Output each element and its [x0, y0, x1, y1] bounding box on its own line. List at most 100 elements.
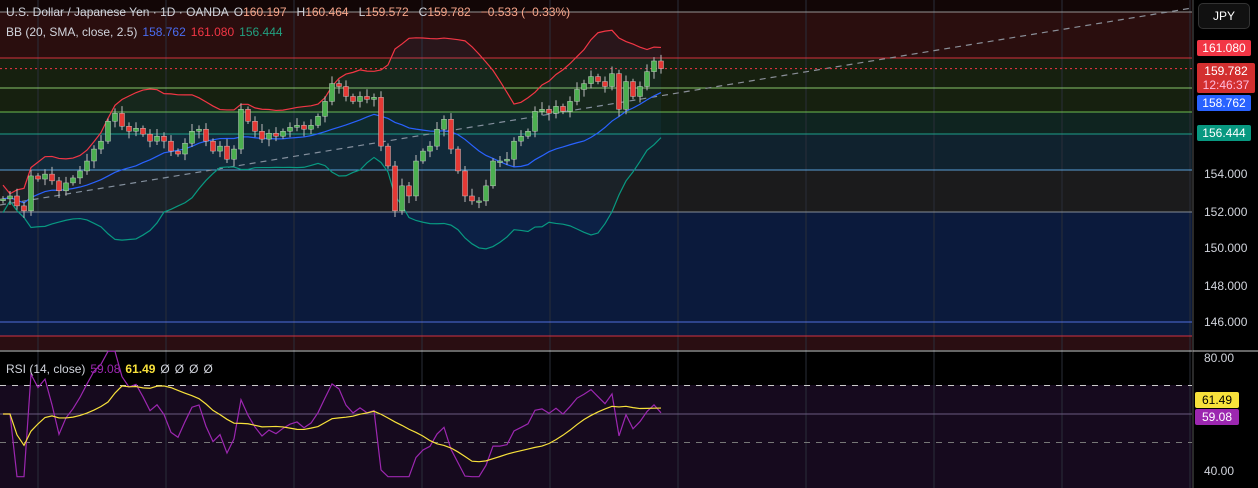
symbol-legend: U.S. Dollar / Japanese Yen · 1D · OANDA O…: [6, 5, 575, 19]
candle-body: [525, 131, 531, 137]
candle-body: [350, 96, 356, 102]
candle-body: [245, 109, 251, 122]
candle-body: [434, 128, 440, 147]
candle-body: [539, 109, 545, 112]
candle-body: [455, 148, 461, 172]
candle-body: [273, 133, 279, 137]
candle-body: [630, 81, 636, 97]
candle-body: [140, 128, 146, 135]
candle-body: [420, 150, 426, 162]
candle-body: [602, 81, 608, 87]
candle-body: [224, 145, 230, 160]
candle-body: [392, 165, 398, 212]
candle-body: [595, 76, 601, 82]
rsi-value: 59.08: [90, 362, 121, 376]
candle-body: [490, 160, 496, 187]
high-value: 160.464: [305, 5, 349, 19]
candle-body: [448, 119, 454, 150]
candle-body: [70, 177, 76, 184]
bb-legend[interactable]: BB (20, SMA, close, 2.5) 158.762 161.080 15…: [6, 25, 288, 39]
candle-body: [308, 125, 314, 130]
candle-body: [476, 200, 482, 203]
candle-body: [49, 173, 55, 182]
candle-body: [658, 60, 664, 69]
candle-body: [189, 131, 195, 144]
candle-body: [329, 83, 335, 102]
high-label: H: [296, 5, 306, 19]
open-label: O: [233, 5, 244, 19]
candle-body: [385, 145, 391, 167]
candle-body: [98, 140, 104, 150]
candle-body: [7, 195, 13, 200]
close-value: 159.782: [427, 5, 471, 19]
close-price-tag: 159.782 12:46:37: [1197, 63, 1255, 93]
candle-body: [126, 126, 132, 132]
candle-body: [28, 175, 34, 212]
candle-body: [77, 170, 83, 179]
price-tick: 154.000: [1204, 167, 1248, 181]
candle-body: [357, 96, 363, 102]
candle-body: [217, 145, 223, 152]
candle-body: [259, 131, 265, 140]
bb-lower-value: 156.444: [239, 25, 283, 39]
candle-body: [364, 96, 370, 100]
rsi-extra: Ø: [189, 362, 199, 376]
candle-body: [511, 140, 517, 160]
candle-body: [133, 128, 139, 132]
candle-body: [609, 73, 615, 87]
candle-body: [168, 140, 174, 152]
candle-body: [112, 113, 118, 122]
candle-body: [287, 127, 293, 132]
candle-body: [119, 113, 125, 127]
rsi-extra: Ø: [203, 362, 213, 376]
candle-body: [280, 131, 286, 137]
rsi-legend[interactable]: RSI (14, close) 59.08 61.49 Ø Ø Ø Ø: [6, 362, 218, 376]
upper-band-tag: 161.080: [1197, 40, 1251, 56]
candle-body: [651, 60, 657, 72]
bb-name: BB (20, SMA, close, 2.5): [6, 25, 138, 39]
change-value: −0.533 (−0.33%): [480, 5, 571, 19]
candle-body: [315, 116, 321, 126]
candle-body: [154, 135, 160, 142]
candle-body: [105, 121, 111, 142]
price-chart[interactable]: [0, 0, 1258, 488]
rsi-tick: 80.00: [1204, 351, 1235, 365]
candle-body: [252, 121, 258, 132]
rsi-tag: 59.08: [1195, 409, 1239, 425]
low-value: 159.572: [365, 5, 409, 19]
candle-body: [553, 106, 559, 114]
rsi-tick: 40.00: [1204, 464, 1235, 478]
price-tick: 146.000: [1204, 315, 1248, 329]
candle-body: [161, 135, 167, 142]
candle-body: [266, 133, 272, 140]
candle-body: [343, 86, 349, 97]
candle-body: [413, 160, 419, 197]
candle-body: [462, 170, 468, 197]
price-tick: 152.000: [1204, 205, 1248, 219]
candle-body: [301, 125, 307, 130]
candle-body: [483, 185, 489, 202]
candle-body: [581, 83, 587, 90]
candle-body: [336, 83, 342, 87]
candle-body: [322, 101, 328, 117]
candle-body: [378, 97, 384, 147]
lower-band-tag: 156.444: [1197, 125, 1251, 141]
symbol-title: U.S. Dollar / Japanese Yen · 1D · OANDA: [6, 5, 229, 19]
candle-body: [504, 158, 510, 162]
candle-body: [441, 119, 447, 130]
rsi-name: RSI (14, close): [6, 362, 86, 376]
candle-body: [238, 109, 244, 150]
candle-body: [574, 89, 580, 102]
candle-body: [21, 205, 27, 212]
candle-body: [546, 109, 552, 114]
currency-button[interactable]: JPY: [1198, 3, 1250, 29]
candle-body: [294, 125, 300, 128]
candle-body: [623, 81, 629, 110]
candle-body: [196, 128, 202, 132]
candle-body: [91, 148, 97, 162]
candle-body: [427, 145, 433, 152]
close-price: 159.782: [1204, 64, 1248, 78]
rsi-ma-tag: 61.49: [1195, 392, 1239, 408]
candle-body: [84, 160, 90, 172]
bar-countdown: 12:46:37: [1202, 78, 1250, 92]
